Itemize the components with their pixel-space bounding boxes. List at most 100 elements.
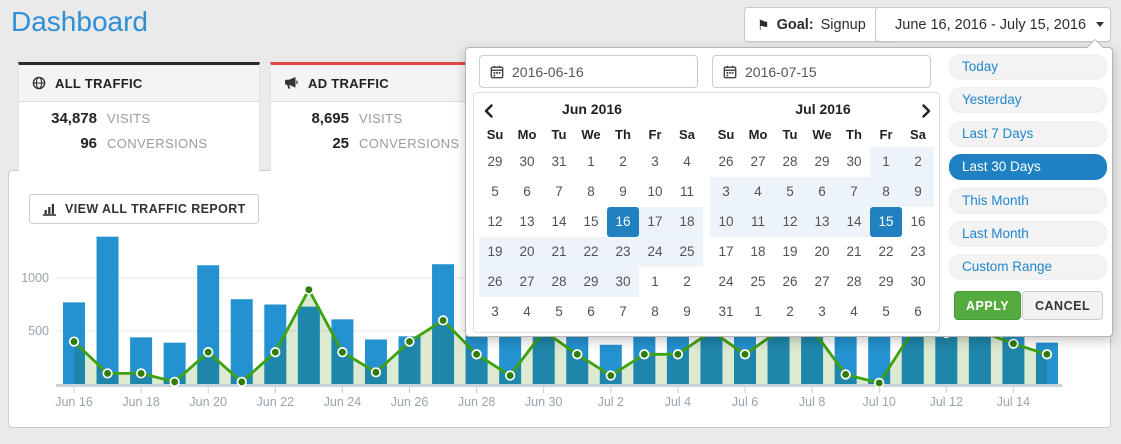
preset-this-month[interactable]: This Month: [949, 188, 1107, 214]
day-cell-13[interactable]: 13: [806, 207, 838, 237]
day-cell-8[interactable]: 8: [870, 177, 902, 207]
day-cell-14[interactable]: 14: [543, 207, 575, 237]
day-cell-2[interactable]: 2: [607, 147, 639, 177]
preset-last-month[interactable]: Last Month: [949, 221, 1107, 247]
goal-selector-button[interactable]: ⚑ Goal: Signup: [744, 7, 897, 42]
apply-button[interactable]: APPLY: [954, 291, 1021, 320]
day-cell-25[interactable]: 25: [742, 267, 774, 297]
day-cell-5[interactable]: 5: [479, 177, 511, 207]
day-cell-10[interactable]: 10: [639, 177, 671, 207]
day-cell-15-selected[interactable]: 15: [870, 207, 902, 237]
day-cell-28[interactable]: 28: [774, 147, 806, 177]
day-cell-16[interactable]: 16: [902, 207, 934, 237]
day-cell-2[interactable]: 2: [902, 147, 934, 177]
day-cell-11[interactable]: 11: [671, 177, 703, 207]
day-cell-24[interactable]: 24: [639, 237, 671, 267]
day-cell-1[interactable]: 1: [639, 267, 671, 297]
day-cell-9[interactable]: 9: [671, 297, 703, 327]
day-cell-29[interactable]: 29: [575, 267, 607, 297]
day-cell-27[interactable]: 27: [742, 147, 774, 177]
end-date-input[interactable]: [745, 64, 915, 80]
preset-yesterday[interactable]: Yesterday: [949, 87, 1107, 113]
day-cell-12[interactable]: 12: [774, 207, 806, 237]
day-cell-31[interactable]: 31: [543, 147, 575, 177]
day-cell-14[interactable]: 14: [838, 207, 870, 237]
day-cell-1[interactable]: 1: [742, 297, 774, 327]
day-cell-6[interactable]: 6: [575, 297, 607, 327]
day-cell-30[interactable]: 30: [902, 267, 934, 297]
day-cell-12[interactable]: 12: [479, 207, 511, 237]
end-date-field[interactable]: [712, 55, 931, 88]
day-cell-2[interactable]: 2: [671, 267, 703, 297]
day-cell-18[interactable]: 18: [742, 237, 774, 267]
day-cell-29[interactable]: 29: [806, 147, 838, 177]
day-cell-5[interactable]: 5: [870, 297, 902, 327]
day-cell-27[interactable]: 27: [806, 267, 838, 297]
day-cell-13[interactable]: 13: [511, 207, 543, 237]
day-cell-3[interactable]: 3: [710, 177, 742, 207]
day-cell-6[interactable]: 6: [511, 177, 543, 207]
day-cell-7[interactable]: 7: [543, 177, 575, 207]
day-cell-4[interactable]: 4: [671, 147, 703, 177]
day-cell-9[interactable]: 9: [902, 177, 934, 207]
day-cell-15[interactable]: 15: [575, 207, 607, 237]
day-cell-30[interactable]: 30: [838, 147, 870, 177]
day-cell-16-selected[interactable]: 16: [607, 207, 639, 237]
day-cell-31[interactable]: 31: [710, 297, 742, 327]
day-cell-30[interactable]: 30: [511, 147, 543, 177]
day-cell-26[interactable]: 26: [774, 267, 806, 297]
day-cell-27[interactable]: 27: [511, 267, 543, 297]
day-cell-1[interactable]: 1: [870, 147, 902, 177]
day-cell-7[interactable]: 7: [607, 297, 639, 327]
day-cell-5[interactable]: 5: [774, 177, 806, 207]
day-cell-2[interactable]: 2: [774, 297, 806, 327]
day-cell-3[interactable]: 3: [639, 147, 671, 177]
day-cell-4[interactable]: 4: [742, 177, 774, 207]
day-cell-3[interactable]: 3: [479, 297, 511, 327]
day-cell-3[interactable]: 3: [806, 297, 838, 327]
day-cell-24[interactable]: 24: [710, 267, 742, 297]
date-range-button[interactable]: June 16, 2016 - July 15, 2016: [875, 7, 1111, 42]
day-cell-18[interactable]: 18: [671, 207, 703, 237]
day-cell-28[interactable]: 28: [543, 267, 575, 297]
day-cell-30[interactable]: 30: [607, 267, 639, 297]
day-cell-28[interactable]: 28: [838, 267, 870, 297]
day-cell-17[interactable]: 17: [710, 237, 742, 267]
day-cell-9[interactable]: 9: [607, 177, 639, 207]
day-cell-8[interactable]: 8: [639, 297, 671, 327]
day-cell-4[interactable]: 4: [511, 297, 543, 327]
day-cell-11[interactable]: 11: [742, 207, 774, 237]
day-cell-26[interactable]: 26: [710, 147, 742, 177]
preset-custom-range[interactable]: Custom Range: [949, 254, 1107, 280]
day-cell-10[interactable]: 10: [710, 207, 742, 237]
day-cell-22[interactable]: 22: [870, 237, 902, 267]
day-cell-1[interactable]: 1: [575, 147, 607, 177]
day-cell-22[interactable]: 22: [575, 237, 607, 267]
day-cell-6[interactable]: 6: [806, 177, 838, 207]
day-cell-5[interactable]: 5: [543, 297, 575, 327]
day-cell-4[interactable]: 4: [838, 297, 870, 327]
day-cell-23[interactable]: 23: [607, 237, 639, 267]
day-cell-29[interactable]: 29: [870, 267, 902, 297]
day-cell-29[interactable]: 29: [479, 147, 511, 177]
day-cell-8[interactable]: 8: [575, 177, 607, 207]
cancel-button[interactable]: CANCEL: [1022, 291, 1103, 320]
day-cell-21[interactable]: 21: [838, 237, 870, 267]
next-month-button[interactable]: [921, 101, 932, 125]
day-cell-26[interactable]: 26: [479, 267, 511, 297]
preset-last-30-days[interactable]: Last 30 Days: [949, 154, 1107, 180]
day-cell-19[interactable]: 19: [479, 237, 511, 267]
preset-today[interactable]: Today: [949, 54, 1107, 80]
day-cell-7[interactable]: 7: [838, 177, 870, 207]
day-cell-23[interactable]: 23: [902, 237, 934, 267]
day-cell-6[interactable]: 6: [902, 297, 934, 327]
day-cell-17[interactable]: 17: [639, 207, 671, 237]
day-cell-20[interactable]: 20: [511, 237, 543, 267]
preset-last-7-days[interactable]: Last 7 Days: [949, 121, 1107, 147]
start-date-input[interactable]: [512, 64, 682, 80]
day-cell-21[interactable]: 21: [543, 237, 575, 267]
prev-month-button[interactable]: [483, 101, 494, 125]
day-cell-19[interactable]: 19: [774, 237, 806, 267]
day-cell-25[interactable]: 25: [671, 237, 703, 267]
start-date-field[interactable]: [479, 55, 698, 88]
